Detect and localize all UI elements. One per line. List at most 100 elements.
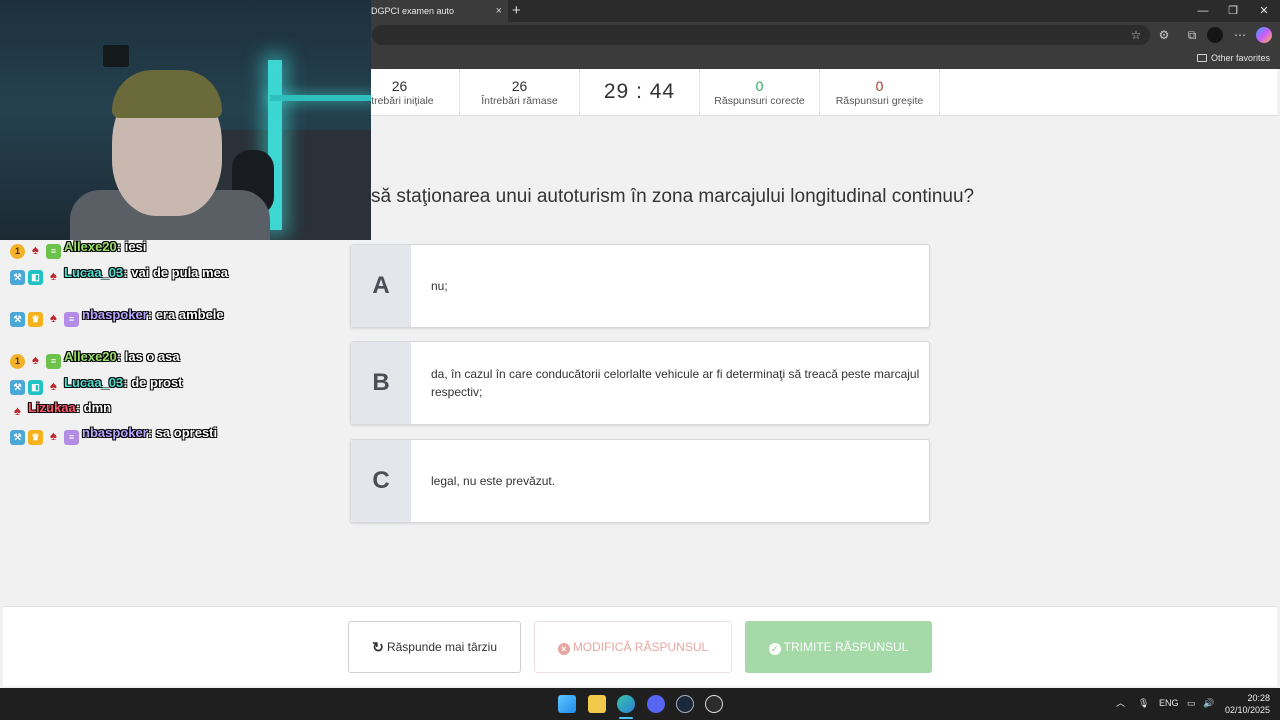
stat-remaining-questions: 26 Întrebări rămase [460,69,580,115]
system-clock[interactable]: 20:28 02/10/2025 [1225,692,1270,716]
answer-text: da, în cazul în care conducătorii celorl… [431,367,920,399]
webcam-person-hat [112,70,222,118]
volume-icon[interactable]: 🔊 [1203,696,1214,710]
send-answer-button[interactable]: ✓ TRIMITE RĂSPUNSUL [745,621,932,673]
discord-icon[interactable] [647,695,665,713]
chat-username: Allexe20 [64,349,117,364]
copilot-icon[interactable] [1256,27,1272,43]
chat-message: ⚒ ◧ ♠ Lucaa_03: de prost [10,374,242,395]
chat-message: 1 ♠ ≡ Allexe20: iesi [10,238,242,259]
mod-badge-icon: ⚒ [10,430,25,445]
answer-option-b[interactable]: B da, în cazul în care conducătorii celo… [350,341,930,425]
chat-text: las o asa [124,349,180,364]
stat-value: 26 [511,78,528,94]
check-circle-icon: ✓ [768,643,781,655]
timer-value: 29 : 44 [603,80,676,103]
clock-date: 02/10/2025 [1224,705,1270,715]
vip-badge-icon: ◧ [28,270,43,285]
other-favorites-label: Other favorites [1210,53,1270,63]
vip-badge-icon: ◧ [28,380,43,395]
chat-text: vai de pula mea [131,265,229,280]
demon-badge-icon: ♠ [50,428,57,443]
crown-badge-icon: ♛ [28,430,43,445]
chat-text: dmn [83,400,112,415]
answer-option-c[interactable]: C legal, nu este prevăzut. [350,439,930,523]
demon-badge-icon: ♠ [32,242,39,257]
chat-username: nbaspoker [82,425,148,440]
chat-text: iesi [124,239,147,254]
demon-badge-icon: ♠ [50,268,57,283]
microphone-icon[interactable]: 🎙 [1138,696,1149,710]
purple-badge-icon: ≡ [64,312,79,327]
language-indicator[interactable]: ENG [1159,696,1179,710]
stream-chat: 1 ♠ ≡ Allexe20: iesi ⚒ ◧ ♠ Lucaa_03: vai de pu… [6,236,246,476]
split-screen-icon[interactable]: ⧉ [1183,25,1201,45]
chat-username: Allexe20 [64,239,117,254]
file-explorer-icon[interactable] [588,695,606,713]
stat-value: 0 [875,78,884,94]
windows-start-icon[interactable] [558,695,576,713]
demon-badge-icon: ♠ [50,378,57,393]
sub-badge-icon: 1 [10,244,25,259]
address-field[interactable] [372,25,1150,45]
stat-label: Răspunsuri greşite [835,95,924,107]
active-app-indicator [619,717,633,719]
chat-username: nbaspoker [82,307,148,322]
stat-label: Întrebări rămase [481,95,558,107]
answer-later-label: Răspunde mai târziu [386,640,498,654]
answer-later-button[interactable]: ↻ Răspunde mai târziu [348,621,521,673]
chat-username: Lizukaa [28,400,76,415]
display-icon[interactable]: ▭ [1187,696,1196,710]
more-menu-icon[interactable]: ⋯ [1231,25,1249,45]
chat-message: 1 ♠ ≡ Allexe20: las o asa [10,348,242,369]
modify-answer-label: MODIFICĂ RĂSPUNSUL [572,640,709,654]
chat-text: sa opresti [155,425,218,440]
mod-badge-icon: ⚒ [10,312,25,327]
send-answer-label: TRIMITE RĂSPUNSUL [783,640,909,654]
chat-message: ⚒ ♛ ♠ ≡ nbaspoker: era ambele [10,306,242,327]
answer-option-a[interactable]: A nu; [350,244,930,328]
webcam-wall-sticker [103,45,129,67]
tab-close-icon[interactable]: × [496,0,502,22]
answer-letter: B [351,342,411,424]
webcam-overlay [0,0,371,240]
windows-taskbar: ︿ 🎙 ENG ▭ 🔊 20:28 02/10/2025 [0,688,1280,720]
sub-badge-icon: 1 [10,354,25,369]
clock-time: 20:28 [1247,693,1270,703]
stat-value: 0 [755,78,764,94]
modify-answer-button[interactable]: × MODIFICĂ RĂSPUNSUL [534,621,732,673]
mod-badge-icon: ⚒ [10,380,25,395]
chat-username: Lucaa_03 [64,265,124,280]
chevron-up-icon[interactable]: ︿ [1116,696,1125,710]
webcam-led-strip [270,95,371,101]
close-window-button[interactable]: ✕ [1249,0,1279,22]
extensions-icon[interactable]: ⚙ [1155,25,1173,45]
chat-message: ⚒ ♛ ♠ ≡ nbaspoker: sa opresti [10,424,242,445]
browser-tab[interactable]: DGPCI examen auto × [362,0,508,22]
answer-text: nu; [431,279,448,293]
green-badge-icon: ≡ [46,244,61,259]
edge-browser-icon[interactable] [617,695,635,713]
new-tab-button[interactable]: + [512,1,521,21]
stat-label: Răspunsuri corecte [714,95,805,107]
mod-badge-icon: ⚒ [10,270,25,285]
answer-letter: C [351,440,411,522]
purple-badge-icon: ≡ [64,430,79,445]
other-favorites[interactable]: Other favorites [1196,52,1270,65]
app-icon[interactable] [705,695,723,713]
maximize-button[interactable]: ❐ [1218,0,1248,22]
chat-message: ♠ Lizukaa: dmn [10,399,242,418]
chat-username: Lucaa_03 [64,375,124,390]
demon-badge-icon: ♠ [32,352,39,367]
crown-badge-icon: ♛ [28,312,43,327]
favorite-star-icon[interactable]: ☆ [1127,25,1145,45]
profile-avatar[interactable] [1207,27,1223,43]
stat-timer: 29 : 44 [580,69,700,115]
answer-text: legal, nu este prevăzut. [431,474,556,488]
stat-wrong-answers: 0 Răspunsuri greşite [820,69,940,115]
steam-icon[interactable] [676,695,694,713]
refresh-icon: ↻ [372,639,384,655]
minimize-button[interactable]: — [1188,0,1218,22]
chat-text: era ambele [155,307,224,322]
demon-badge-icon: ♠ [50,310,57,325]
